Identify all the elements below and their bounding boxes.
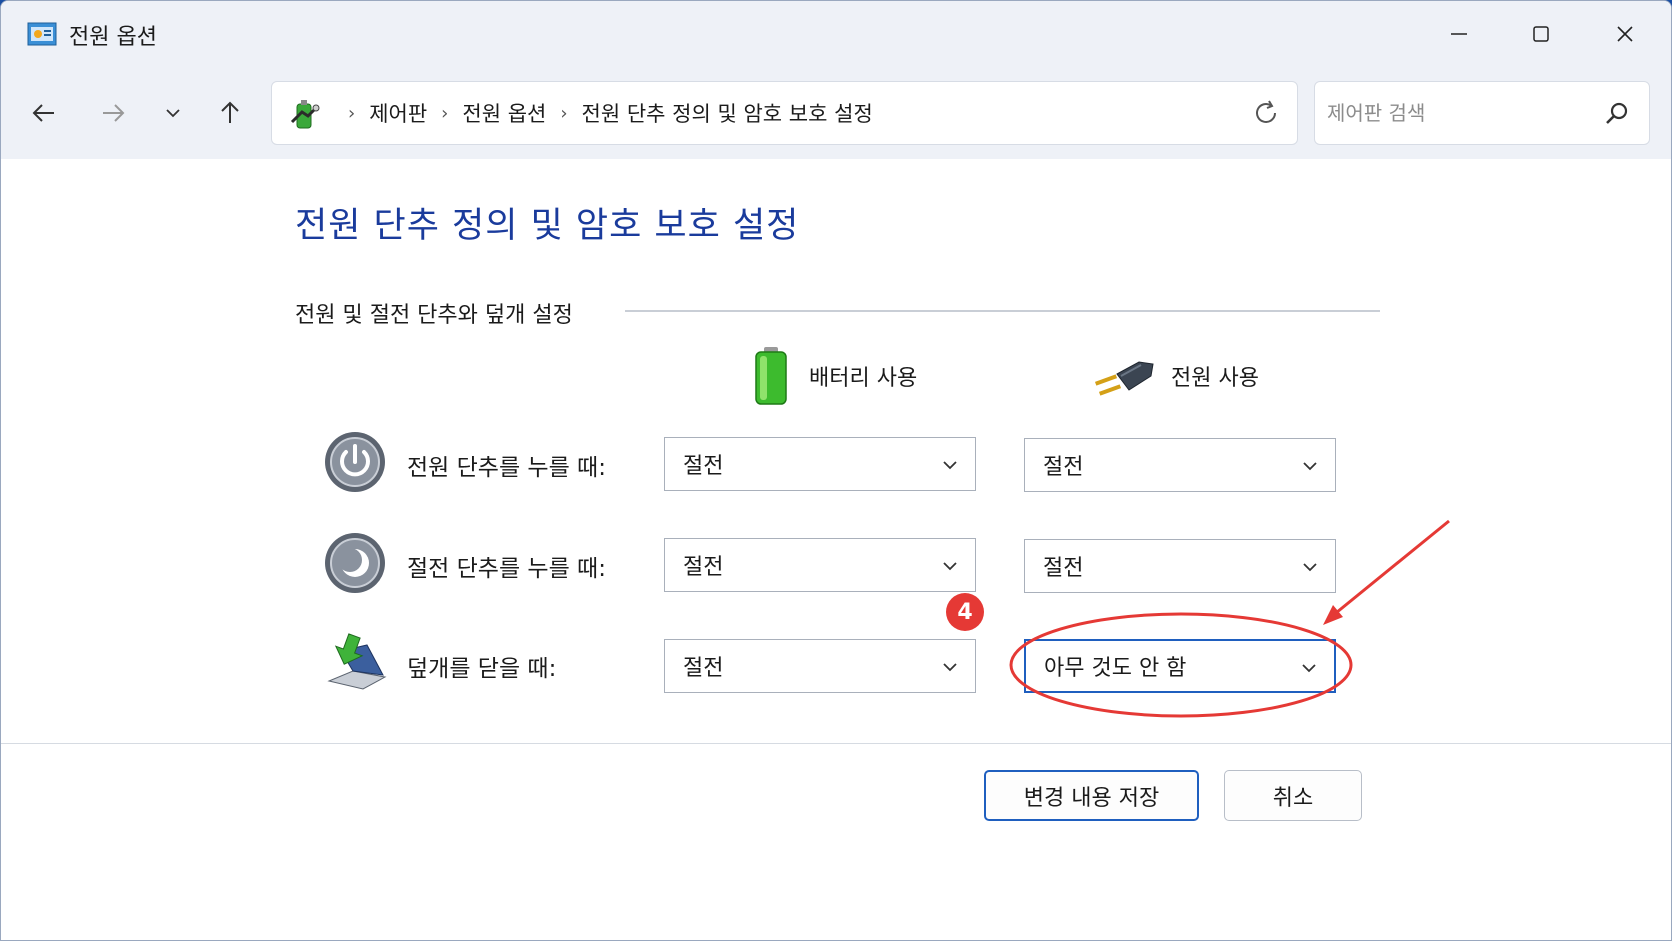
selected-value: 절전 — [683, 555, 724, 580]
breadcrumb-separator: › — [348, 102, 356, 124]
forward-arrow-icon — [103, 104, 125, 122]
sleep-button-label: 절전 단추를 누를 때: — [407, 556, 606, 582]
power-plug-icon — [1094, 361, 1154, 396]
chevron-down-icon — [1302, 664, 1316, 673]
selected-value: 절전 — [683, 454, 724, 479]
back-arrow-icon — [32, 104, 54, 122]
annotation-arrow-head — [1323, 605, 1343, 625]
up-arrow-icon — [221, 101, 239, 123]
power-options-icon — [290, 100, 320, 129]
close-icon — [1617, 26, 1633, 42]
search-box[interactable] — [1314, 81, 1650, 145]
lid-close-battery-select[interactable]: 절전 — [664, 639, 976, 693]
sleep-button-icon — [325, 533, 385, 593]
power-button-label: 전원 단추를 누를 때: — [407, 455, 606, 481]
selected-value: 절전 — [683, 656, 724, 681]
refresh-icon[interactable] — [1251, 98, 1281, 128]
battery-icon — [755, 347, 787, 405]
sleep-button-plugged-select[interactable]: 절전 — [1024, 539, 1336, 593]
section-divider — [625, 310, 1380, 312]
chevron-down-icon — [943, 663, 957, 672]
breadcrumb-power-options[interactable]: 전원 옵션 — [462, 98, 546, 128]
maximize-button[interactable] — [1501, 1, 1581, 67]
power-options-window: 전원 옵션 › 제어판 › 전원 옵션 › 전원 단추 정의 및 암호 보호 설… — [0, 0, 1672, 941]
page-title: 전원 단추 정의 및 암호 보호 설정 — [295, 206, 800, 246]
footer-divider — [1, 743, 1671, 744]
recent-locations-button[interactable] — [151, 91, 195, 135]
save-changes-button[interactable]: 변경 내용 저장 — [984, 770, 1199, 821]
plugged-column-label: 전원 사용 — [1171, 366, 1259, 391]
close-button[interactable] — [1585, 1, 1665, 67]
power-options-icon — [27, 22, 57, 46]
title-bar: 전원 옵션 — [1, 1, 1671, 67]
minimize-icon — [1451, 33, 1467, 35]
battery-column-label: 배터리 사용 — [809, 366, 918, 391]
step-badge: 4 — [946, 593, 984, 631]
section-title: 전원 및 절전 단추와 덮개 설정 — [295, 303, 573, 328]
lid-close-label: 덮개를 닫을 때: — [407, 656, 557, 682]
address-bar[interactable]: › 제어판 › 전원 옵션 › 전원 단추 정의 및 암호 보호 설정 — [271, 81, 1298, 145]
selected-value: 아무 것도 안 함 — [1044, 656, 1187, 681]
breadcrumb-current-page[interactable]: 전원 단추 정의 및 암호 보호 설정 — [582, 98, 873, 128]
up-button[interactable] — [208, 91, 252, 135]
battery-column-header: 배터리 사용 — [749, 346, 917, 406]
chevron-down-icon — [943, 461, 957, 470]
breadcrumb-control-panel[interactable]: 제어판 — [369, 98, 427, 128]
chevron-down-icon — [166, 109, 180, 118]
power-button-plugged-select[interactable]: 절전 — [1024, 438, 1336, 492]
power-button-battery-select[interactable]: 절전 — [664, 437, 976, 491]
breadcrumb: › 제어판 › 전원 옵션 › 전원 단추 정의 및 암호 보호 설정 — [334, 82, 873, 144]
chevron-down-icon — [1303, 563, 1317, 572]
chevron-down-icon — [1303, 462, 1317, 471]
search-icon[interactable] — [1603, 100, 1631, 128]
maximize-icon — [1533, 26, 1549, 42]
selected-value: 절전 — [1043, 455, 1084, 480]
forward-button[interactable] — [91, 91, 135, 135]
back-button[interactable] — [22, 91, 66, 135]
search-input[interactable] — [1327, 94, 1587, 132]
cancel-button[interactable]: 취소 — [1224, 770, 1362, 821]
window-title: 전원 옵션 — [69, 25, 157, 50]
lid-close-plugged-select[interactable]: 아무 것도 안 함 — [1024, 639, 1336, 693]
navigation-bar: › 제어판 › 전원 옵션 › 전원 단추 정의 및 암호 보호 설정 — [1, 67, 1671, 159]
chevron-down-icon — [943, 562, 957, 571]
breadcrumb-separator: › — [441, 102, 449, 124]
minimize-button[interactable] — [1419, 1, 1499, 67]
annotation-arrow-line — [1330, 519, 1450, 619]
power-button-icon — [325, 432, 385, 492]
lid-close-icon — [327, 633, 387, 690]
plugged-column-header: 전원 사용 — [1091, 346, 1259, 406]
breadcrumb-separator: › — [560, 102, 568, 124]
selected-value: 절전 — [1043, 556, 1084, 581]
sleep-button-battery-select[interactable]: 절전 — [664, 538, 976, 592]
